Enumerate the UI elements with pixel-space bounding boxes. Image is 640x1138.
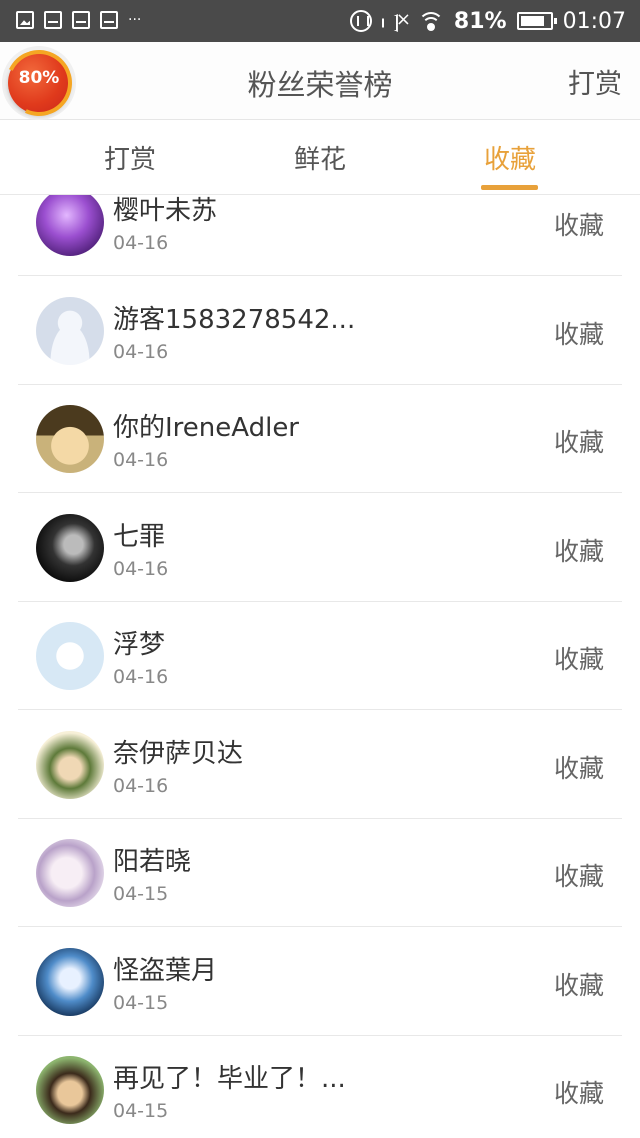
package-notification-icon xyxy=(44,11,62,29)
mute-icon xyxy=(382,9,411,32)
date-label: 04-15 xyxy=(113,991,169,1014)
tab-flowers[interactable]: 鲜花 xyxy=(260,139,380,176)
battery-icon xyxy=(516,12,557,30)
list-item[interactable]: 阳若晓 04-15 收藏 xyxy=(18,819,622,927)
avatar[interactable] xyxy=(36,405,104,473)
avatar[interactable] xyxy=(36,1056,104,1124)
gallery-notification-icon xyxy=(16,11,34,29)
list-item[interactable]: 再见了！毕业了！... 04-15 收藏 xyxy=(18,1036,622,1138)
list-item[interactable]: 游客1583278542... 04-16 收藏 xyxy=(18,277,622,385)
favorite-label: 收藏 xyxy=(553,428,604,457)
favorite-label: 收藏 xyxy=(553,211,604,240)
date-label: 04-16 xyxy=(113,666,169,688)
user-name: 奈伊萨贝达 xyxy=(113,738,244,769)
package-notification-icon xyxy=(72,11,90,29)
package-notification-icon xyxy=(100,11,118,29)
list-item[interactable]: 樱叶未苏 04-16 收藏 xyxy=(18,195,622,276)
list-item[interactable]: 奈伊萨贝达 04-16 收藏 xyxy=(18,711,622,819)
date-label: 04-16 xyxy=(113,449,169,471)
user-name: 再见了！毕业了！... xyxy=(113,1064,346,1094)
avatar[interactable] xyxy=(36,195,104,256)
user-name: 浮梦 xyxy=(113,630,166,660)
vibrate-icon xyxy=(349,10,372,32)
favorite-label: 收藏 xyxy=(553,1079,604,1108)
system-icons: 81% 01:07 xyxy=(349,7,626,35)
favorite-label: 收藏 xyxy=(553,319,604,349)
date-label: 04-16 xyxy=(113,340,169,363)
user-name: 怪盗葉月 xyxy=(113,955,218,986)
status-bar: ··· 81% 01:07 xyxy=(0,0,640,42)
user-name: 游客1583278542... xyxy=(113,304,356,335)
date-label: 04-15 xyxy=(113,1100,169,1122)
list-item[interactable]: 七罪 04-16 收藏 xyxy=(18,494,622,602)
list-item[interactable]: 怪盗葉月 04-15 收藏 xyxy=(18,928,622,1036)
avatar[interactable] xyxy=(36,947,104,1016)
avatar[interactable] xyxy=(36,296,104,365)
user-name: 樱叶未苏 xyxy=(113,196,218,226)
avatar[interactable] xyxy=(36,622,104,690)
list-item[interactable]: 浮梦 04-16 收藏 xyxy=(18,602,622,710)
wifi-icon xyxy=(417,10,444,32)
avatar[interactable] xyxy=(36,513,104,582)
battery-percent: 81% xyxy=(453,8,507,34)
more-notifications-icon: ··· xyxy=(128,12,142,28)
tab-bar: 打赏 鲜花 收藏 xyxy=(0,121,640,195)
fan-list[interactable]: 樱叶未苏 04-16 收藏 游客1583278542... 04-16 收藏 你的Irene… xyxy=(0,195,640,1138)
favorite-label: 收藏 xyxy=(553,645,604,674)
date-label: 04-16 xyxy=(113,774,169,797)
date-label: 04-16 xyxy=(113,232,169,254)
active-tab-indicator xyxy=(481,185,538,190)
notification-icons: ··· xyxy=(16,11,141,29)
favorite-label: 收藏 xyxy=(553,970,604,1000)
page-title: 粉丝荣誉榜 xyxy=(247,68,393,102)
user-name: 七罪 xyxy=(113,521,166,552)
app-header: 80% 粉丝荣誉榜 打赏 xyxy=(0,40,640,126)
user-name: 阳若晓 xyxy=(113,847,192,877)
avatar[interactable] xyxy=(36,730,104,799)
avatar[interactable] xyxy=(36,839,104,907)
reward-button[interactable]: 打赏 xyxy=(568,62,622,101)
date-label: 04-16 xyxy=(113,557,169,580)
tab-reward[interactable]: 打赏 xyxy=(70,139,190,176)
date-label: 04-15 xyxy=(113,883,169,905)
favorite-label: 收藏 xyxy=(553,536,604,566)
clock: 01:07 xyxy=(562,8,626,34)
favorite-label: 收藏 xyxy=(553,753,604,783)
user-name: 你的IreneAdler xyxy=(113,413,299,443)
tab-favorites[interactable]: 收藏 xyxy=(450,139,570,176)
list-item[interactable]: 你的IreneAdler 04-16 收藏 xyxy=(18,385,622,493)
favorite-label: 收藏 xyxy=(553,862,604,891)
